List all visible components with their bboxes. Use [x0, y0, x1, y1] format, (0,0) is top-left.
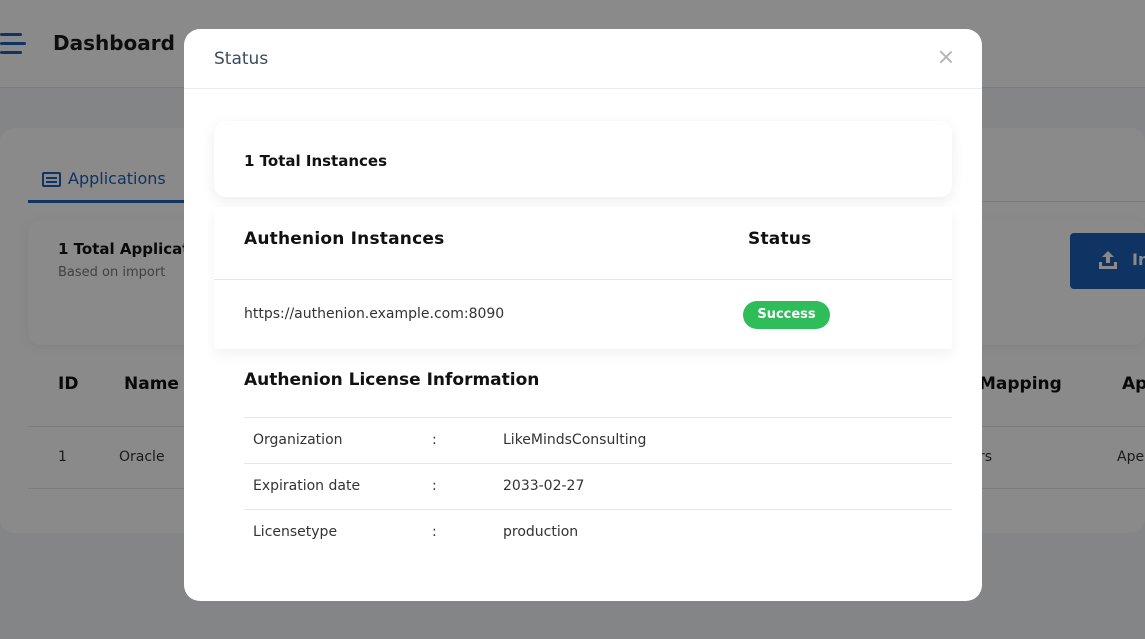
status-column-header: Status [748, 229, 812, 249]
license-key: Licensetype [253, 524, 338, 540]
license-row: Expiration date : 2033-02-27 [244, 463, 952, 509]
license-separator: : [432, 478, 437, 494]
instance-url: https://authenion.example.com:8090 [244, 306, 505, 322]
license-value: LikeMindsConsulting [503, 432, 647, 448]
license-key: Organization [253, 432, 343, 448]
license-row: Licensetype : production [244, 509, 952, 555]
total-instances-text: 1 Total Instances [244, 152, 388, 170]
instances-table: Authenion Instances Status https://authe… [214, 207, 952, 349]
license-section-title: Authenion License Information [244, 370, 540, 390]
license-separator: : [432, 524, 437, 540]
license-separator: : [432, 432, 437, 448]
close-icon[interactable] [938, 49, 954, 65]
modal-title: Status [214, 49, 269, 69]
status-badge: Success [743, 301, 830, 329]
modal-header: Status [184, 29, 982, 89]
license-row: Organization : LikeMindsConsulting [244, 417, 952, 463]
license-value: production [503, 524, 579, 540]
status-modal: Status 1 Total Instances Authenion Insta… [184, 29, 982, 601]
total-instances-card: 1 Total Instances [214, 121, 952, 197]
license-key: Expiration date [253, 478, 361, 494]
license-table: Organization : LikeMindsConsulting Expir… [244, 417, 952, 555]
license-value: 2033-02-27 [503, 478, 585, 494]
instances-column-header: Authenion Instances [244, 229, 445, 249]
table-divider [214, 279, 952, 280]
